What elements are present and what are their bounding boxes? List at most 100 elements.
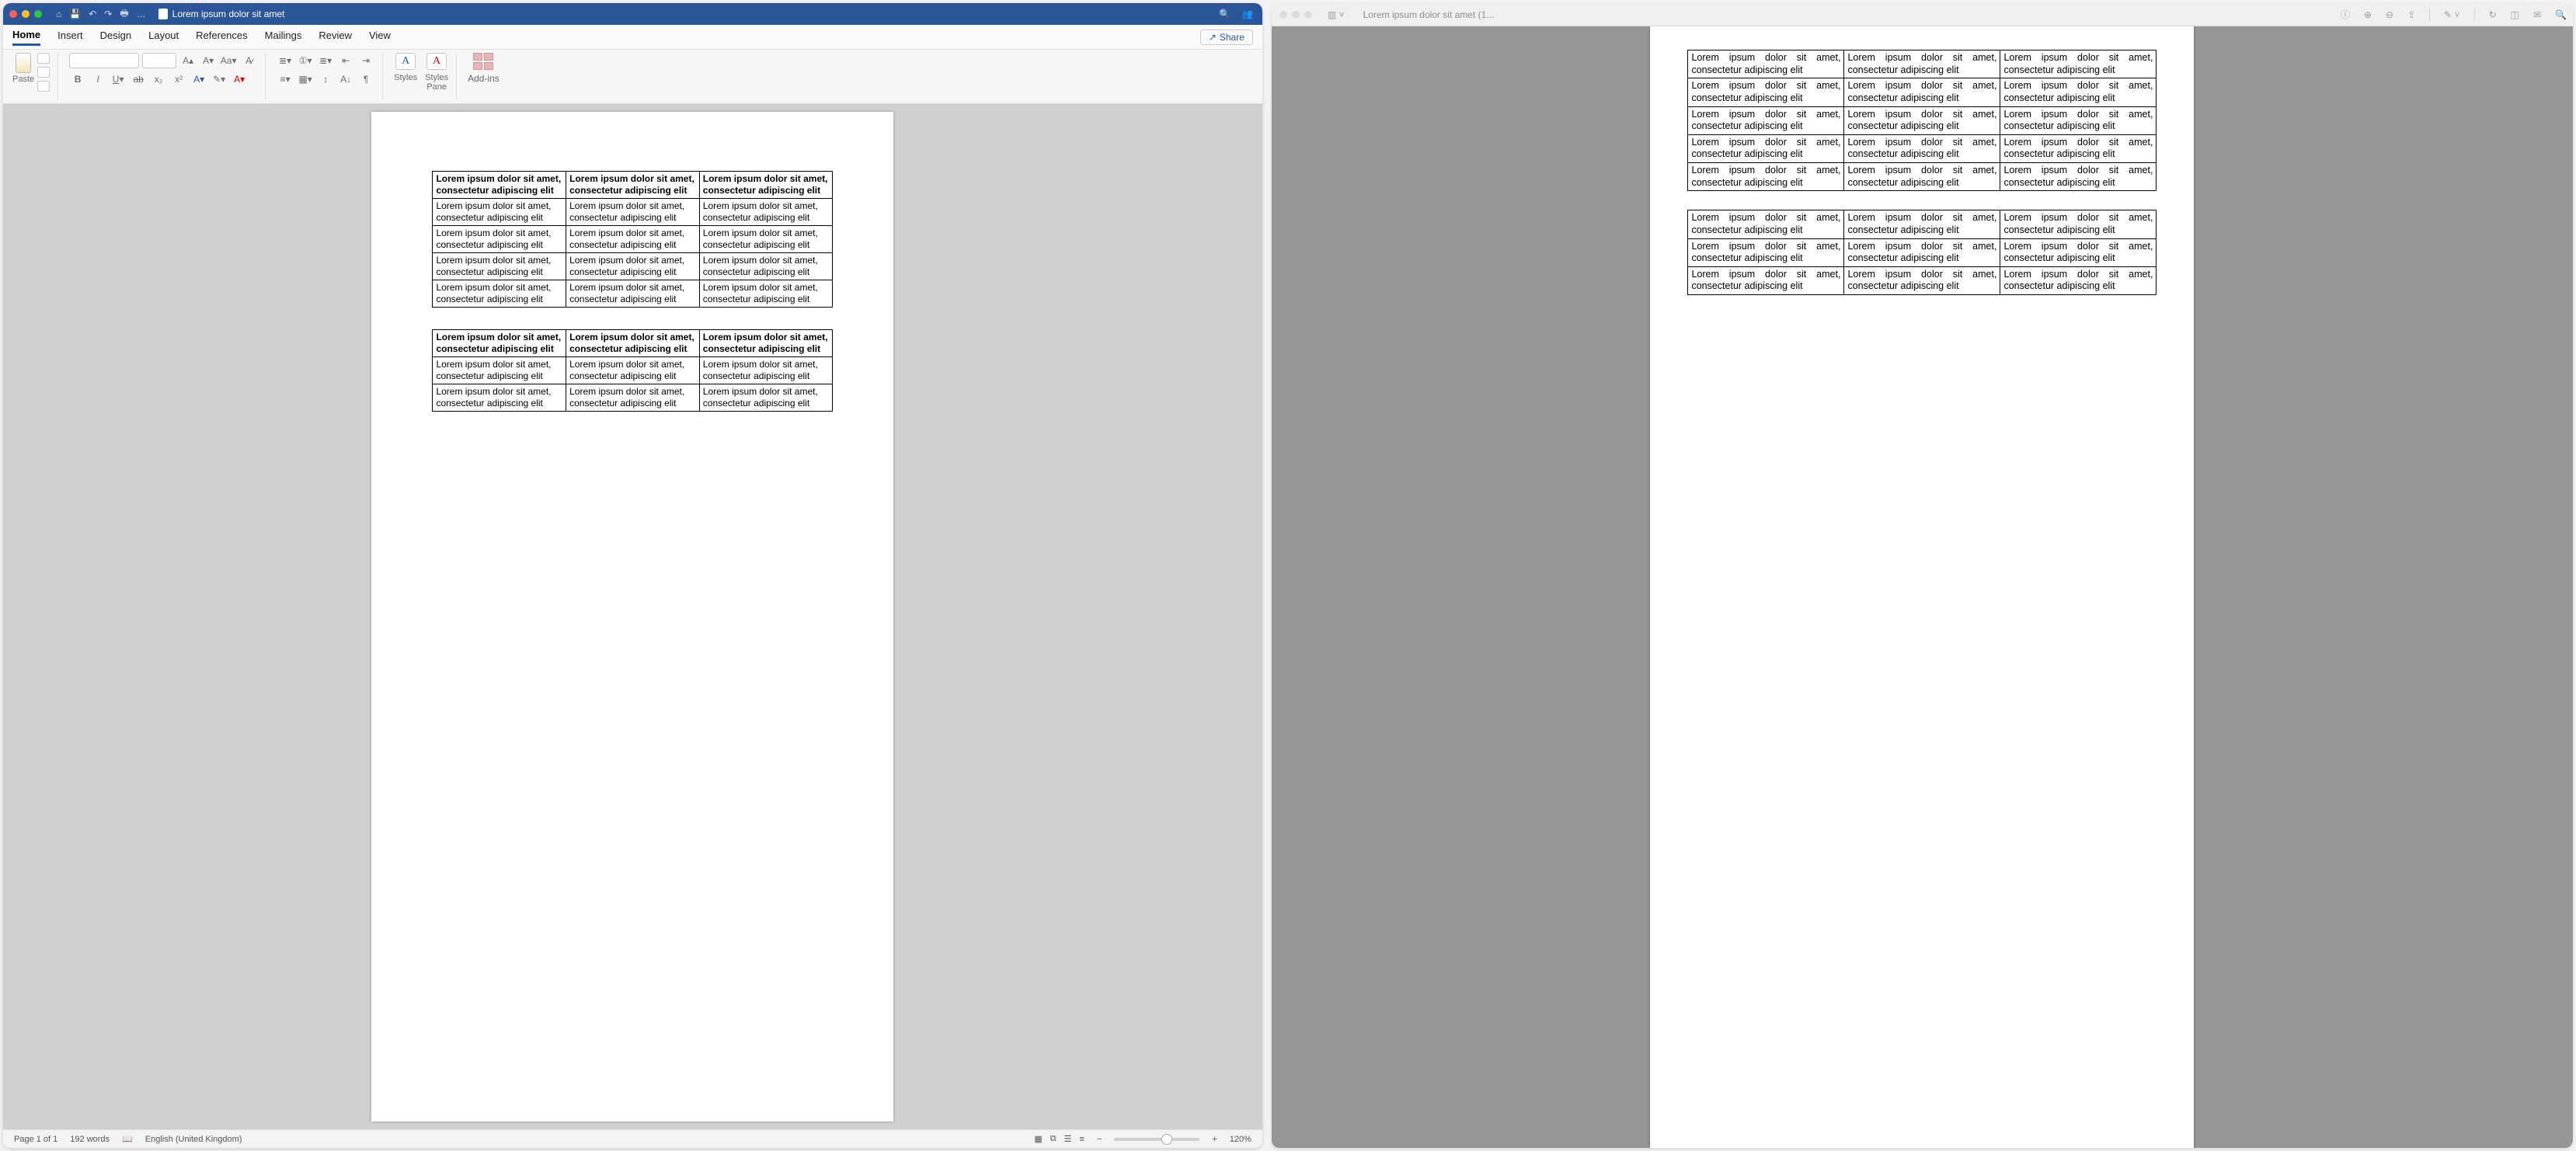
table-cell[interactable]: Lorem ipsum dolor sit amet, consectetur …	[433, 280, 566, 308]
zoom-icon[interactable]	[1304, 11, 1312, 19]
align-left-icon[interactable]: ≡▾	[277, 71, 294, 87]
shrink-font-icon[interactable]: A▾	[200, 53, 217, 68]
zoom-level[interactable]: 120%	[1230, 1135, 1251, 1144]
table-cell[interactable]: Lorem ipsum dolor sit amet, consectetur …	[2000, 78, 2157, 106]
underline-icon[interactable]: U▾	[110, 71, 127, 87]
multilevel-icon[interactable]: ≣▾	[317, 53, 334, 68]
table-cell[interactable]: Lorem ipsum dolor sit amet, consectetur …	[566, 172, 700, 199]
table-cell[interactable]: Lorem ipsum dolor sit amet, consectetur …	[566, 384, 700, 412]
more-icon[interactable]: …	[137, 9, 146, 19]
tab-insert[interactable]: Insert	[57, 30, 83, 44]
zoom-slider[interactable]	[1114, 1138, 1199, 1141]
table-cell[interactable]: Lorem ipsum dolor sit amet, consectetur …	[433, 384, 566, 412]
line-spacing-icon[interactable]: ↕	[317, 71, 334, 87]
table-cell[interactable]: Lorem ipsum dolor sit amet, consectetur …	[566, 357, 700, 384]
home-icon[interactable]: ⌂	[56, 9, 61, 19]
table-cell[interactable]: Lorem ipsum dolor sit amet, consectetur …	[433, 357, 566, 384]
table-cell[interactable]: Lorem ipsum dolor sit amet, consectetur …	[699, 199, 833, 226]
numbering-icon[interactable]: ①▾	[297, 53, 314, 68]
print-layout-icon[interactable]: ▦	[1034, 1134, 1042, 1144]
addins-icon[interactable]	[473, 53, 493, 70]
table-cell[interactable]: Lorem ipsum dolor sit amet, consectetur …	[433, 199, 566, 226]
subscript-icon[interactable]: x₂	[150, 71, 167, 87]
spellcheck-icon[interactable]: 📖	[122, 1134, 133, 1144]
undo-icon[interactable]: ↶	[89, 9, 96, 19]
sidebar-icon[interactable]: ▥ ˅	[1328, 9, 1345, 20]
clear-format-icon[interactable]: A̷	[240, 53, 257, 68]
tab-home[interactable]: Home	[12, 29, 40, 46]
table-cell[interactable]: Lorem ipsum dolor sit amet, consectetur …	[699, 384, 833, 412]
table-cell[interactable]: Lorem ipsum dolor sit amet, consectetur …	[1844, 238, 2000, 266]
font-color-icon[interactable]: A▾	[231, 71, 248, 87]
minimize-icon[interactable]	[1292, 11, 1300, 19]
redo-icon[interactable]: ↷	[104, 9, 112, 19]
table-cell[interactable]: Lorem ipsum dolor sit amet, consectetur …	[699, 280, 833, 308]
table-cell[interactable]: Lorem ipsum dolor sit amet, consectetur …	[2000, 210, 2157, 238]
zoom-in-icon[interactable]: ⊕	[2364, 9, 2372, 20]
table-cell[interactable]: Lorem ipsum dolor sit amet, consectetur …	[1844, 106, 2000, 134]
table-cell[interactable]: Lorem ipsum dolor sit amet, consectetur …	[2000, 163, 2157, 191]
table-cell[interactable]: Lorem ipsum dolor sit amet, consectetur …	[2000, 50, 2157, 78]
word-table-2[interactable]: Lorem ipsum dolor sit amet, consectetur …	[432, 329, 833, 412]
table-cell[interactable]: Lorem ipsum dolor sit amet, consectetur …	[1688, 266, 1844, 294]
zoom-out-icon[interactable]: −	[1097, 1135, 1102, 1144]
table-cell[interactable]: Lorem ipsum dolor sit amet, consectetur …	[2000, 266, 2157, 294]
table-cell[interactable]: Lorem ipsum dolor sit amet, consectetur …	[1688, 238, 1844, 266]
tab-review[interactable]: Review	[319, 30, 352, 44]
table-cell[interactable]: Lorem ipsum dolor sit amet, consectetur …	[2000, 238, 2157, 266]
focus-mode-icon[interactable]: ⧉	[1050, 1134, 1057, 1144]
search-icon[interactable]: 🔍	[1219, 9, 1231, 19]
table-cell[interactable]: Lorem ipsum dolor sit amet, consectetur …	[1844, 266, 2000, 294]
italic-icon[interactable]: I	[89, 71, 106, 87]
styles-pane-icon[interactable]	[426, 53, 447, 70]
strike-icon[interactable]: ab	[130, 71, 147, 87]
format-painter-icon[interactable]	[37, 81, 50, 92]
table-cell[interactable]: Lorem ipsum dolor sit amet, consectetur …	[699, 330, 833, 357]
close-icon[interactable]	[9, 10, 17, 18]
rotate-icon[interactable]: ↻	[2489, 9, 2497, 20]
cut-icon[interactable]	[37, 53, 50, 64]
table-cell[interactable]: Lorem ipsum dolor sit amet, consectetur …	[433, 172, 566, 199]
table-cell[interactable]: Lorem ipsum dolor sit amet, consectetur …	[1844, 134, 2000, 162]
status-language[interactable]: English (United Kingdom)	[145, 1135, 242, 1144]
table-cell[interactable]: Lorem ipsum dolor sit amet, consectetur …	[1688, 78, 1844, 106]
print-icon[interactable]: 🖶	[120, 6, 128, 23]
table-cell[interactable]: Lorem ipsum dolor sit amet, consectetur …	[699, 253, 833, 280]
borders-icon[interactable]: ▦▾	[297, 71, 314, 87]
table-cell[interactable]: Lorem ipsum dolor sit amet, consectetur …	[1688, 210, 1844, 238]
tab-layout[interactable]: Layout	[148, 30, 179, 44]
save-icon[interactable]: 💾	[69, 9, 81, 19]
info-icon[interactable]: ⓘ	[2341, 8, 2350, 21]
font-size-combo[interactable]	[142, 53, 176, 68]
pilcrow-icon[interactable]: ¶	[357, 71, 374, 87]
preview-body[interactable]: Lorem ipsum dolor sit amet, consectetur …	[1272, 26, 2573, 1148]
grow-font-icon[interactable]: A▴	[179, 53, 197, 68]
table-cell[interactable]: Lorem ipsum dolor sit amet, consectetur …	[433, 330, 566, 357]
sort-icon[interactable]: A↓	[337, 71, 354, 87]
form-icon[interactable]: ✉︎	[2533, 9, 2541, 20]
table-cell[interactable]: Lorem ipsum dolor sit amet, consectetur …	[2000, 106, 2157, 134]
bullets-icon[interactable]: ≣▾	[277, 53, 294, 68]
tab-view[interactable]: View	[369, 30, 391, 44]
table-cell[interactable]: Lorem ipsum dolor sit amet, consectetur …	[1844, 78, 2000, 106]
table-cell[interactable]: Lorem ipsum dolor sit amet, consectetur …	[1688, 163, 1844, 191]
table-cell[interactable]: Lorem ipsum dolor sit amet, consectetur …	[1688, 50, 1844, 78]
dec-indent-icon[interactable]: ⇤	[337, 53, 354, 68]
table-cell[interactable]: Lorem ipsum dolor sit amet, consectetur …	[1844, 163, 2000, 191]
document-area[interactable]: Lorem ipsum dolor sit amet, consectetur …	[3, 104, 1262, 1129]
tab-mailings[interactable]: Mailings	[265, 30, 302, 44]
markup-icon[interactable]: ✎ ˅	[2444, 9, 2459, 20]
status-words[interactable]: 192 words	[70, 1135, 110, 1144]
table-cell[interactable]: Lorem ipsum dolor sit amet, consectetur …	[2000, 134, 2157, 162]
table-cell[interactable]: Lorem ipsum dolor sit amet, consectetur …	[433, 253, 566, 280]
change-case-icon[interactable]: Aa▾	[220, 53, 237, 68]
highlight-icon[interactable]: ✎▾	[211, 71, 228, 87]
table-cell[interactable]: Lorem ipsum dolor sit amet, consectetur …	[699, 357, 833, 384]
text-effects-icon[interactable]: A▾	[190, 71, 207, 87]
account-icon[interactable]: 👥	[1241, 9, 1253, 19]
table-cell[interactable]: Lorem ipsum dolor sit amet, consectetur …	[699, 226, 833, 253]
share-button[interactable]: ↗ Share	[1200, 30, 1253, 45]
table-cell[interactable]: Lorem ipsum dolor sit amet, consectetur …	[1844, 50, 2000, 78]
inc-indent-icon[interactable]: ⇥	[357, 53, 374, 68]
table-cell[interactable]: Lorem ipsum dolor sit amet, consectetur …	[1688, 134, 1844, 162]
